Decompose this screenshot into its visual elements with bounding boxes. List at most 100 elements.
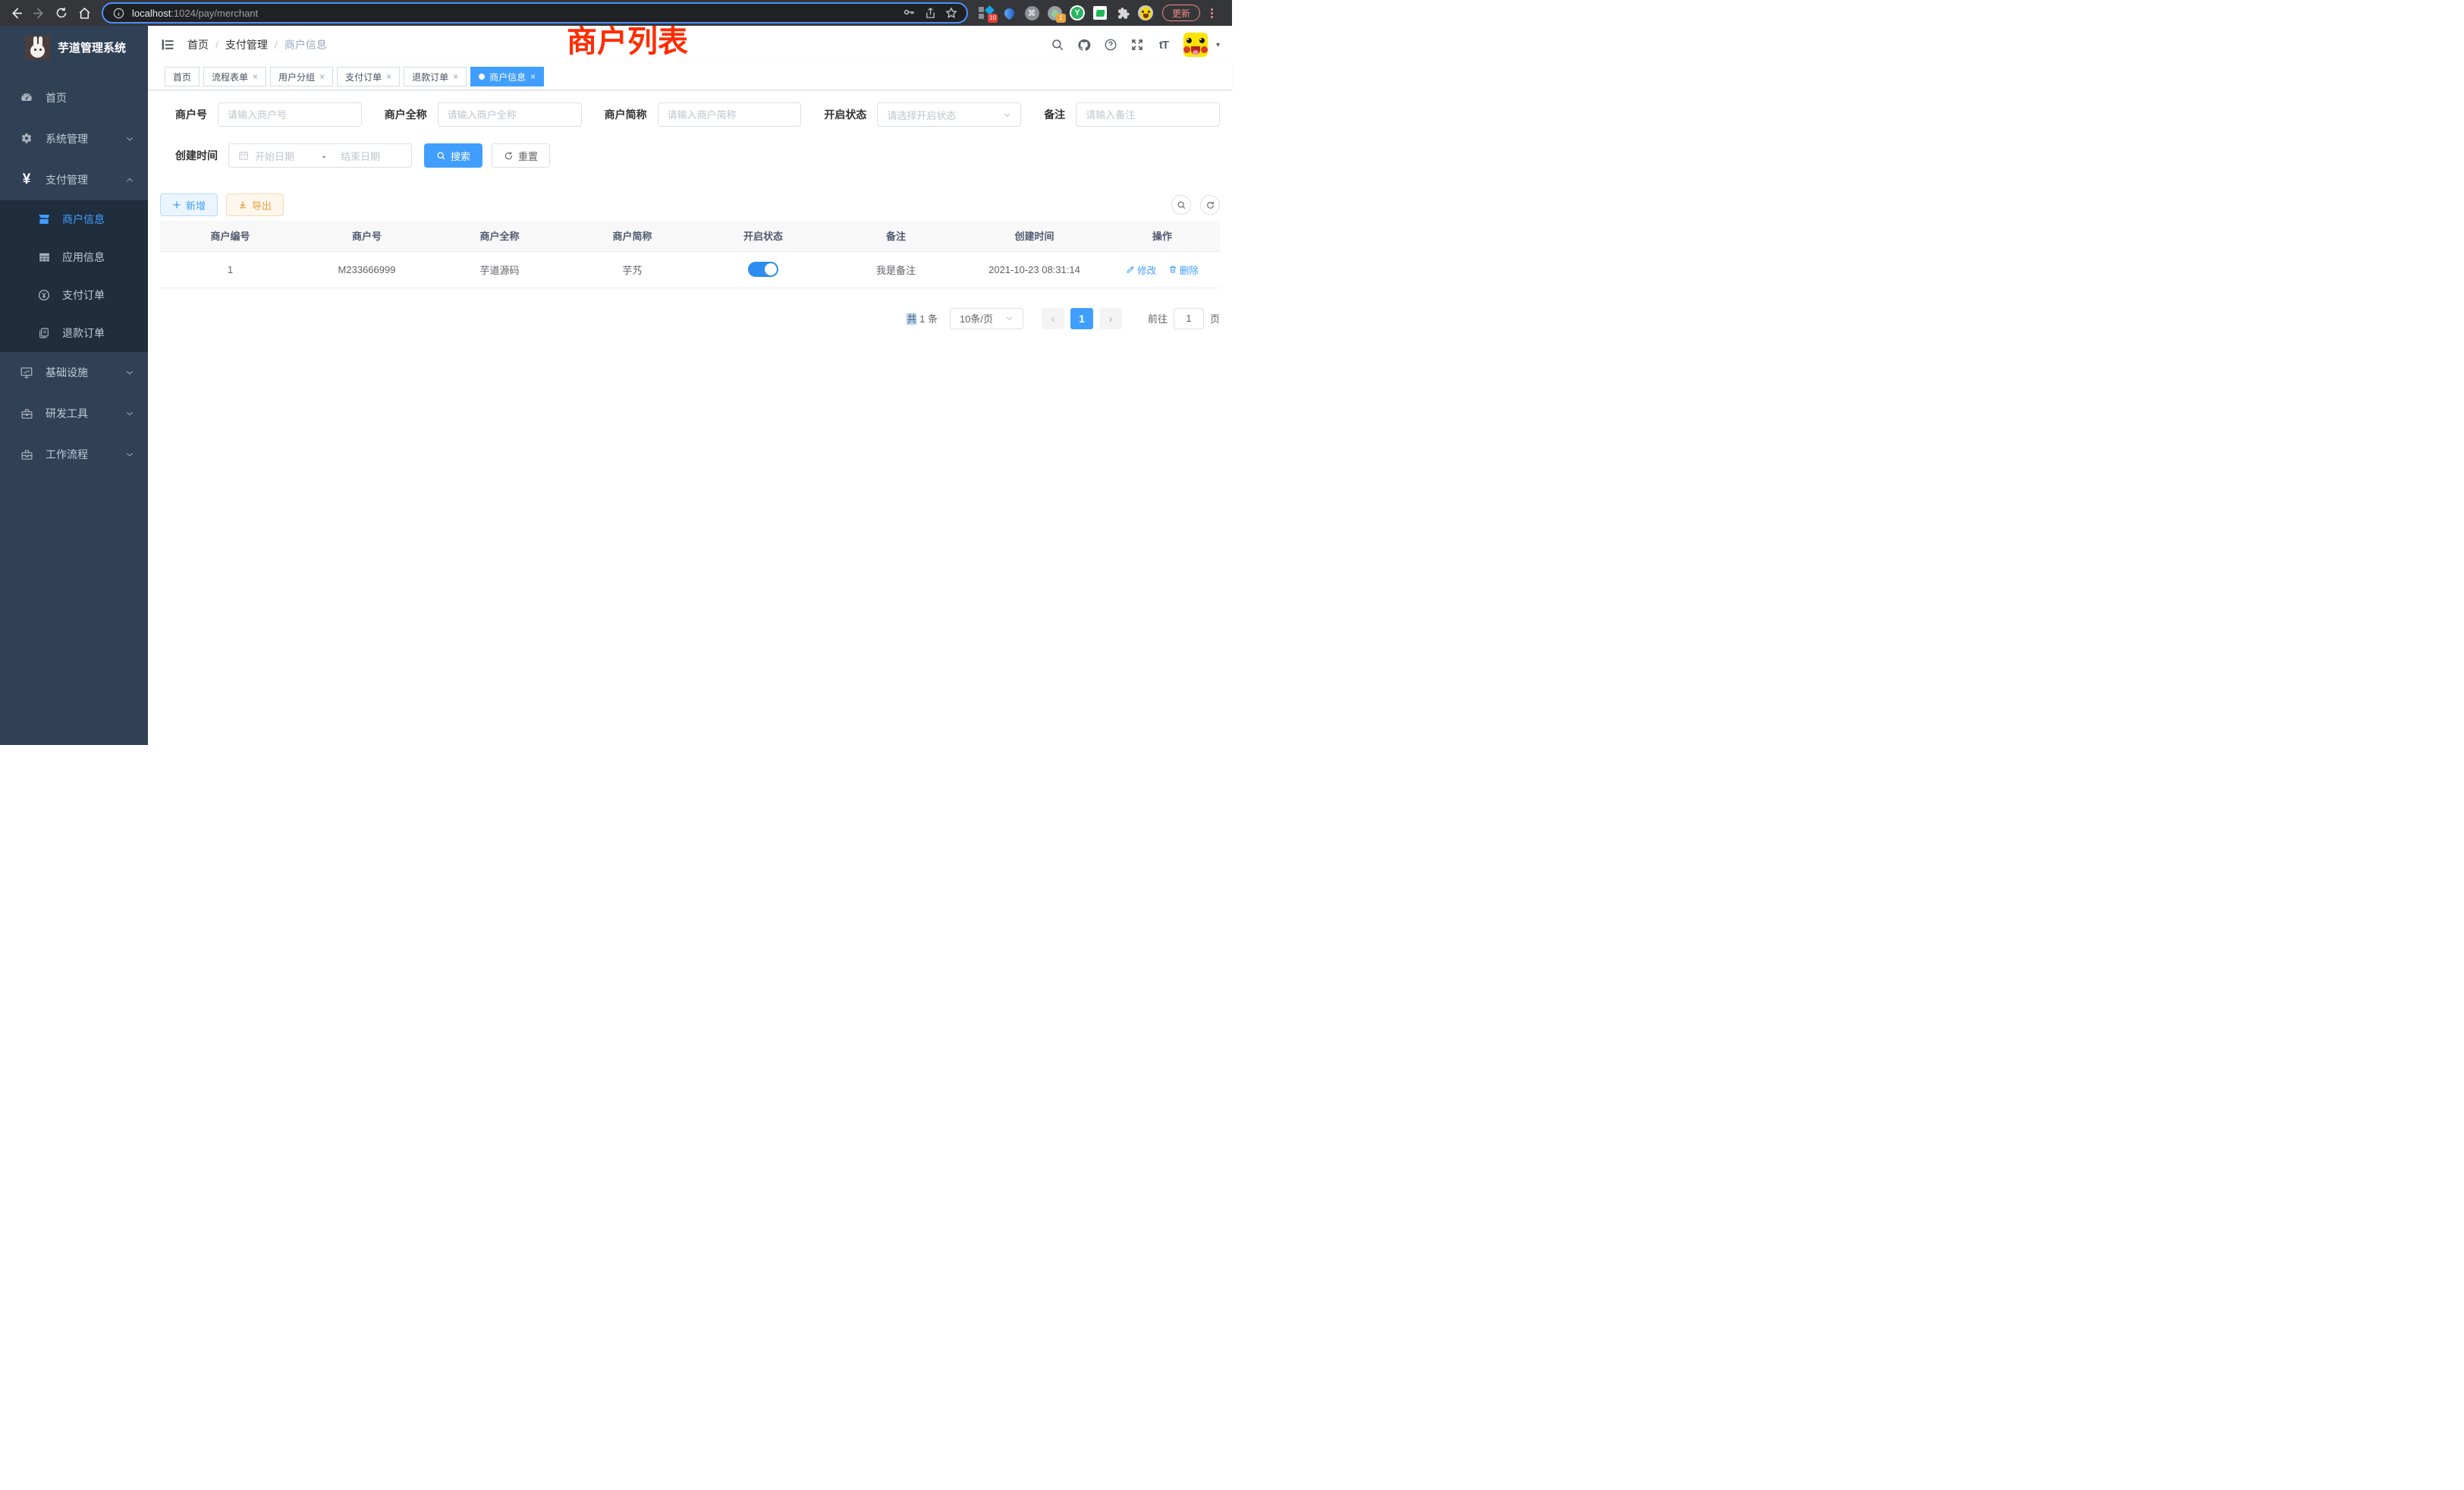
tab-home[interactable]: 首页 (165, 67, 200, 86)
search-button[interactable]: 搜索 (424, 143, 482, 168)
reset-button[interactable]: 重置 (492, 143, 550, 168)
date-range-picker[interactable]: 开始日期 - 结束日期 (228, 143, 412, 168)
search-icon[interactable] (1051, 38, 1064, 52)
reload-icon[interactable] (52, 3, 71, 23)
delete-link[interactable]: 删除 (1168, 262, 1199, 277)
back-icon[interactable] (6, 3, 26, 23)
app-logo[interactable]: 芋道管理系统 (0, 26, 148, 68)
extension-command-icon[interactable]: ⌘ (1024, 5, 1039, 20)
export-button[interactable]: 导出 (226, 193, 284, 216)
tab-label: 退款订单 (412, 71, 448, 83)
table-row: 1 M233666999 芋道源码 芋艿 我是备注 2021-10-23 08:… (160, 251, 1220, 288)
extensions-puzzle-icon[interactable] (1115, 5, 1130, 20)
main-area: 商户列表 首页 / 支付管理 / 商户信息 (148, 26, 1232, 745)
sidebar-item-pay[interactable]: ¥ 支付管理 (0, 159, 148, 200)
url-text[interactable]: localhost:1024/pay/merchant (132, 8, 895, 19)
user-avatar[interactable] (1183, 33, 1208, 57)
breadcrumb-separator: / (275, 39, 278, 51)
sidebar-fold-icon[interactable] (160, 37, 175, 52)
plus-icon (172, 200, 181, 209)
tab-close-icon[interactable]: × (319, 71, 325, 82)
sidebar-item-merchant-info[interactable]: 商户信息 (0, 200, 148, 238)
sidebar-item-label: 系统管理 (46, 131, 88, 146)
command-glyph: ⌘ (1025, 6, 1039, 20)
fullscreen-icon[interactable] (1130, 38, 1144, 52)
extension-yudao-icon[interactable]: Y (1070, 5, 1085, 20)
sidebar-item-app-info[interactable]: 应用信息 (0, 238, 148, 276)
table-toolbar: 新增 导出 (160, 193, 1220, 216)
tab-close-icon[interactable]: × (386, 71, 391, 82)
site-info-icon[interactable] (111, 5, 126, 20)
full-name-field[interactable] (438, 102, 582, 127)
prev-page-button[interactable]: ‹ (1042, 308, 1064, 329)
sidebar-item-pay-order[interactable]: 支付订单 (0, 276, 148, 314)
address-bar[interactable]: localhost:1024/pay/merchant (102, 2, 968, 24)
breadcrumb-current: 商户信息 (284, 37, 327, 52)
browser-menu-icon[interactable] (1206, 8, 1217, 18)
show-search-toggle-button[interactable] (1171, 195, 1191, 215)
tab-process-form[interactable]: 流程表单× (203, 67, 266, 86)
sidebar-item-devtools[interactable]: 研发工具 (0, 393, 148, 434)
page-1-button[interactable]: 1 (1070, 308, 1093, 329)
full-name-input[interactable] (448, 109, 572, 121)
bookmark-star-icon[interactable] (944, 5, 959, 20)
short-name-field[interactable] (658, 102, 802, 127)
pagination: 共 1 条 10条/页 ‹ 1 › 前往 页 (160, 308, 1220, 329)
short-name-input[interactable] (668, 109, 792, 121)
status-toggle[interactable] (748, 262, 778, 277)
tab-close-icon[interactable]: × (530, 71, 536, 82)
help-icon[interactable] (1104, 38, 1117, 52)
sidebar-item-system[interactable]: 系统管理 (0, 118, 148, 159)
refresh-table-button[interactable] (1200, 195, 1220, 215)
status-select[interactable]: 请选择开启状态 (877, 102, 1021, 127)
forward-icon[interactable] (29, 3, 49, 23)
merchant-no-field[interactable] (218, 102, 362, 127)
remark-field[interactable] (1076, 102, 1220, 127)
sidebar-item-home[interactable]: 首页 (0, 77, 148, 118)
briefcase-icon (18, 448, 35, 461)
sidebar-item-refund-order[interactable]: 退款订单 (0, 314, 148, 352)
goto-page-input[interactable] (1174, 313, 1203, 324)
extension-tabs-icon[interactable]: 10 (979, 5, 994, 20)
edit-link[interactable]: 修改 (1126, 262, 1156, 277)
sidebar-item-infra[interactable]: 基础设施 (0, 352, 148, 393)
avatar-caret-icon[interactable]: ▾ (1216, 41, 1220, 49)
tab-label: 首页 (173, 71, 191, 83)
search-small-icon (1177, 200, 1186, 210)
page-size-select[interactable]: 10条/页 (950, 308, 1023, 329)
table-grid-icon (36, 251, 52, 264)
profile-avatar-icon[interactable] (1138, 5, 1153, 20)
sidebar-item-label: 基础设施 (46, 365, 88, 380)
remark-input[interactable] (1086, 109, 1210, 121)
next-page-button[interactable]: › (1099, 308, 1122, 329)
cell-full-name: 芋道源码 (433, 251, 566, 288)
password-key-icon[interactable] (901, 5, 916, 20)
tab-user-group[interactable]: 用户分组× (270, 67, 333, 86)
home-icon[interactable] (74, 3, 94, 23)
goto-page-field[interactable] (1174, 308, 1204, 329)
url-path: :1024/pay/merchant (171, 8, 258, 19)
tab-merchant-info[interactable]: 商户信息× (470, 67, 544, 86)
monitor-icon (18, 366, 35, 379)
github-icon[interactable] (1077, 38, 1091, 52)
gear-icon (18, 132, 35, 146)
delete-link-label: 删除 (1180, 262, 1199, 277)
tab-pay-order[interactable]: 支付订单× (337, 67, 400, 86)
tab-close-icon[interactable]: × (453, 71, 458, 82)
logo-image (25, 35, 50, 60)
col-actions: 操作 (1105, 221, 1220, 251)
font-size-icon[interactable]: tT (1157, 38, 1171, 52)
sidebar-item-workflow[interactable]: 工作流程 (0, 434, 148, 475)
share-icon[interactable] (922, 5, 938, 20)
breadcrumb-pay[interactable]: 支付管理 (225, 37, 268, 52)
chrome-update-button[interactable]: 更新 (1162, 5, 1200, 21)
extension-balloon-icon[interactable] (1001, 5, 1017, 20)
extension-chat-icon[interactable] (1092, 5, 1108, 20)
breadcrumb-home[interactable]: 首页 (187, 37, 209, 52)
merchant-no-input[interactable] (228, 109, 352, 121)
tab-close-icon[interactable]: × (253, 71, 258, 82)
chevron-up-icon (125, 175, 134, 184)
add-button[interactable]: 新增 (160, 193, 218, 216)
extension-avatar-icon[interactable]: 1 (1047, 5, 1062, 20)
tab-refund-order[interactable]: 退款订单 × (404, 67, 467, 86)
